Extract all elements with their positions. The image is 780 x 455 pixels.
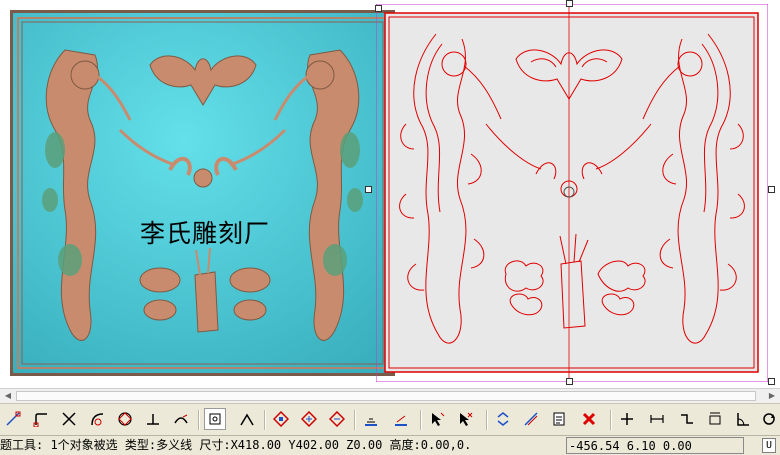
vector-panel[interactable]	[376, 4, 768, 382]
drawing-canvas[interactable]: 李氏雕刻厂	[0, 0, 780, 388]
scrollbar-thumb[interactable]	[16, 391, 756, 401]
node-edit-button[interactable]	[270, 408, 292, 430]
toolbar-separator	[420, 410, 422, 430]
measure-button[interactable]	[520, 408, 542, 430]
unit-indicator[interactable]: U	[762, 438, 776, 453]
status-message: 题工具: 1个对象被选 类型:多义线 尺寸:X418.00 Y402.00 Z0…	[0, 438, 472, 452]
snap-toolbar	[0, 403, 780, 435]
snap-tangent-button[interactable]	[86, 408, 108, 430]
snap-nearest-button[interactable]	[170, 408, 192, 430]
list-button[interactable]	[548, 408, 570, 430]
snap-quadrant-icon	[118, 412, 132, 426]
selection-handle[interactable]	[566, 378, 573, 385]
selection-handle[interactable]	[768, 186, 775, 193]
selection-handle[interactable]	[365, 186, 372, 193]
angle-dimension-button[interactable]	[732, 408, 754, 430]
align-vertical-button[interactable]	[390, 408, 412, 430]
snap-corner-icon	[33, 413, 47, 427]
step-button[interactable]	[676, 408, 698, 430]
selection-handle[interactable]	[566, 0, 573, 7]
toolbar-separator	[610, 410, 612, 430]
angle-dimension-icon	[737, 413, 749, 426]
delete-icon	[582, 412, 596, 426]
align-horizontal-button[interactable]	[360, 408, 382, 430]
crosshair-icon	[621, 413, 633, 425]
node-add-button[interactable]	[298, 408, 320, 430]
select-pointer-button[interactable]	[426, 408, 448, 430]
arrange-icon	[497, 412, 509, 426]
relief-panel[interactable]	[10, 10, 395, 376]
node-add-icon	[301, 411, 317, 427]
snap-center-icon	[209, 413, 221, 425]
watermark-text: 李氏雕刻厂	[140, 219, 271, 248]
select-remove-button[interactable]	[454, 408, 476, 430]
step-icon	[681, 414, 693, 424]
snap-endpoint-button[interactable]	[2, 408, 24, 430]
horizontal-scrollbar[interactable]: ◀ ▶	[0, 388, 780, 403]
scroll-left-icon[interactable]: ◀	[2, 391, 14, 401]
measure-icon	[524, 412, 538, 426]
dimension-button[interactable]	[646, 408, 668, 430]
snap-perpendicular-icon	[147, 414, 159, 425]
list-icon	[553, 412, 565, 426]
toolbar-separator	[354, 410, 356, 430]
rotate-view-button[interactable]	[758, 408, 780, 430]
rotate-view-icon	[763, 413, 775, 425]
status-bar: 题工具: 1个对象被选 类型:多义线 尺寸:X418.00 Y402.00 Z0…	[0, 435, 780, 455]
snap-center-button[interactable]	[204, 408, 226, 430]
scroll-right-icon[interactable]: ▶	[766, 391, 778, 401]
dimension-icon	[650, 415, 664, 423]
snap-endpoint-icon	[6, 411, 21, 426]
node-delete-button[interactable]	[326, 408, 348, 430]
node-delete-icon	[329, 411, 345, 427]
snap-perpendicular-button[interactable]	[142, 408, 164, 430]
align-vertical-icon	[395, 415, 407, 426]
selection-handle[interactable]	[375, 5, 382, 12]
arrange-button[interactable]	[492, 408, 514, 430]
status-coordinates: -456.54 6.10 0.00	[566, 437, 744, 454]
snap-corner-button[interactable]	[30, 408, 52, 430]
snap-tangent-icon	[91, 413, 104, 426]
snap-angle-icon	[240, 413, 254, 426]
selection-handle[interactable]	[768, 378, 775, 385]
toolbar-separator	[264, 410, 266, 430]
snap-intersection-button[interactable]	[58, 408, 80, 430]
select-pointer-icon	[432, 412, 445, 426]
box-dimension-icon	[709, 412, 721, 425]
toolbar-separator	[486, 410, 488, 430]
align-horizontal-icon	[365, 418, 377, 426]
snap-angle-button[interactable]	[236, 408, 258, 430]
snap-nearest-icon	[174, 414, 188, 424]
select-remove-icon	[460, 412, 473, 426]
crosshair-button[interactable]	[616, 408, 638, 430]
delete-button[interactable]	[578, 408, 600, 430]
node-edit-icon	[273, 411, 289, 427]
toolbar-separator	[198, 410, 200, 430]
box-dimension-button[interactable]	[704, 408, 726, 430]
snap-intersection-icon	[62, 412, 76, 426]
snap-quadrant-button[interactable]	[114, 408, 136, 430]
